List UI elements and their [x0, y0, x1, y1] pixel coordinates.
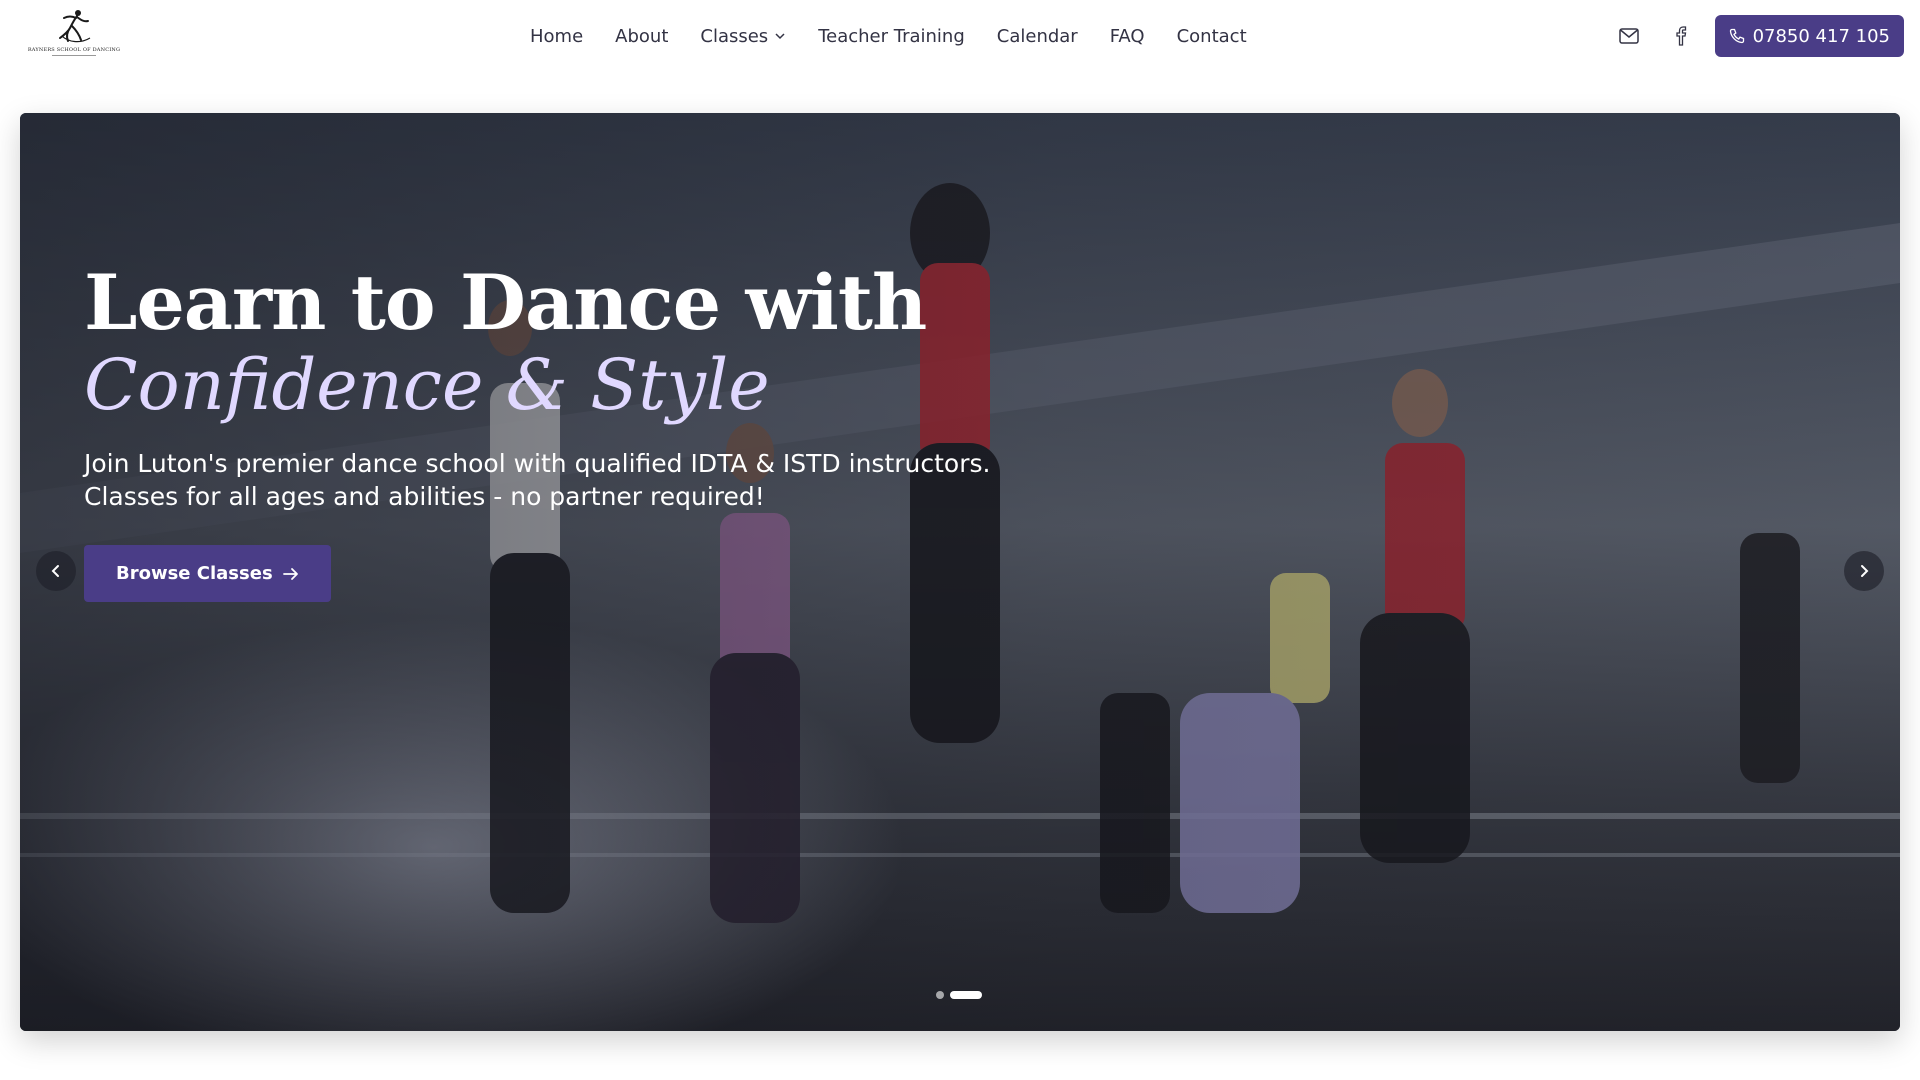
email-button[interactable]: [1611, 18, 1647, 54]
hero-content: Learn to Dance with Confidence & Style J…: [84, 258, 990, 603]
dancer-silhouette-icon: [59, 10, 91, 43]
nav-home[interactable]: Home: [530, 26, 583, 47]
slider-prev-button[interactable]: [36, 551, 76, 591]
header-actions: 07850 417 105: [1611, 15, 1904, 57]
nav-classes[interactable]: Classes: [700, 26, 786, 47]
hero-subtitle-line1: Join Luton's premier dance school with q…: [84, 449, 991, 479]
mail-icon: [1618, 28, 1639, 44]
chevron-left-icon: [51, 565, 59, 577]
logo-underline: [52, 55, 96, 56]
phone-button[interactable]: 07850 417 105: [1714, 15, 1904, 57]
slider-next-button[interactable]: [1844, 551, 1884, 591]
nav-calendar[interactable]: Calendar: [997, 26, 1078, 47]
nav-about[interactable]: About: [615, 26, 668, 47]
hero-subtitle-line2: Classes for all ages and abilities - no …: [84, 482, 765, 512]
hero-title-script: Confidence & Style: [84, 343, 770, 426]
site-header: RAYNERS SCHOOL OF DANCING Home About Cla…: [0, 0, 1920, 72]
nav-contact[interactable]: Contact: [1177, 26, 1247, 47]
nav-classes-label: Classes: [700, 25, 769, 47]
browse-classes-label: Browse Classes: [116, 563, 273, 585]
phone-icon: [1729, 28, 1744, 44]
arrow-right-icon: [282, 567, 298, 580]
logo-text: RAYNERS SCHOOL OF DANCING: [27, 47, 121, 53]
slider-dots: [936, 991, 988, 999]
facebook-icon: [1675, 26, 1686, 46]
main-nav: Home About Classes Teacher Training Cale…: [530, 0, 1247, 72]
hero-slider: Learn to Dance with Confidence & Style J…: [20, 113, 1900, 1031]
browse-classes-button[interactable]: Browse Classes: [84, 545, 331, 603]
phone-number: 07850 417 105: [1752, 25, 1890, 47]
slider-dot-2[interactable]: [950, 991, 982, 999]
site-logo[interactable]: RAYNERS SCHOOL OF DANCING: [27, 8, 121, 64]
hero-subtitle: Join Luton's premier dance school with q…: [84, 447, 990, 513]
chevron-right-icon: [1861, 565, 1869, 577]
nav-teacher-training[interactable]: Teacher Training: [818, 26, 965, 47]
slider-dot-1[interactable]: [936, 991, 944, 999]
facebook-button[interactable]: [1663, 18, 1699, 54]
nav-faq[interactable]: FAQ: [1110, 26, 1145, 47]
chevron-down-icon: [774, 30, 786, 42]
hero-title: Learn to Dance with: [84, 258, 927, 347]
